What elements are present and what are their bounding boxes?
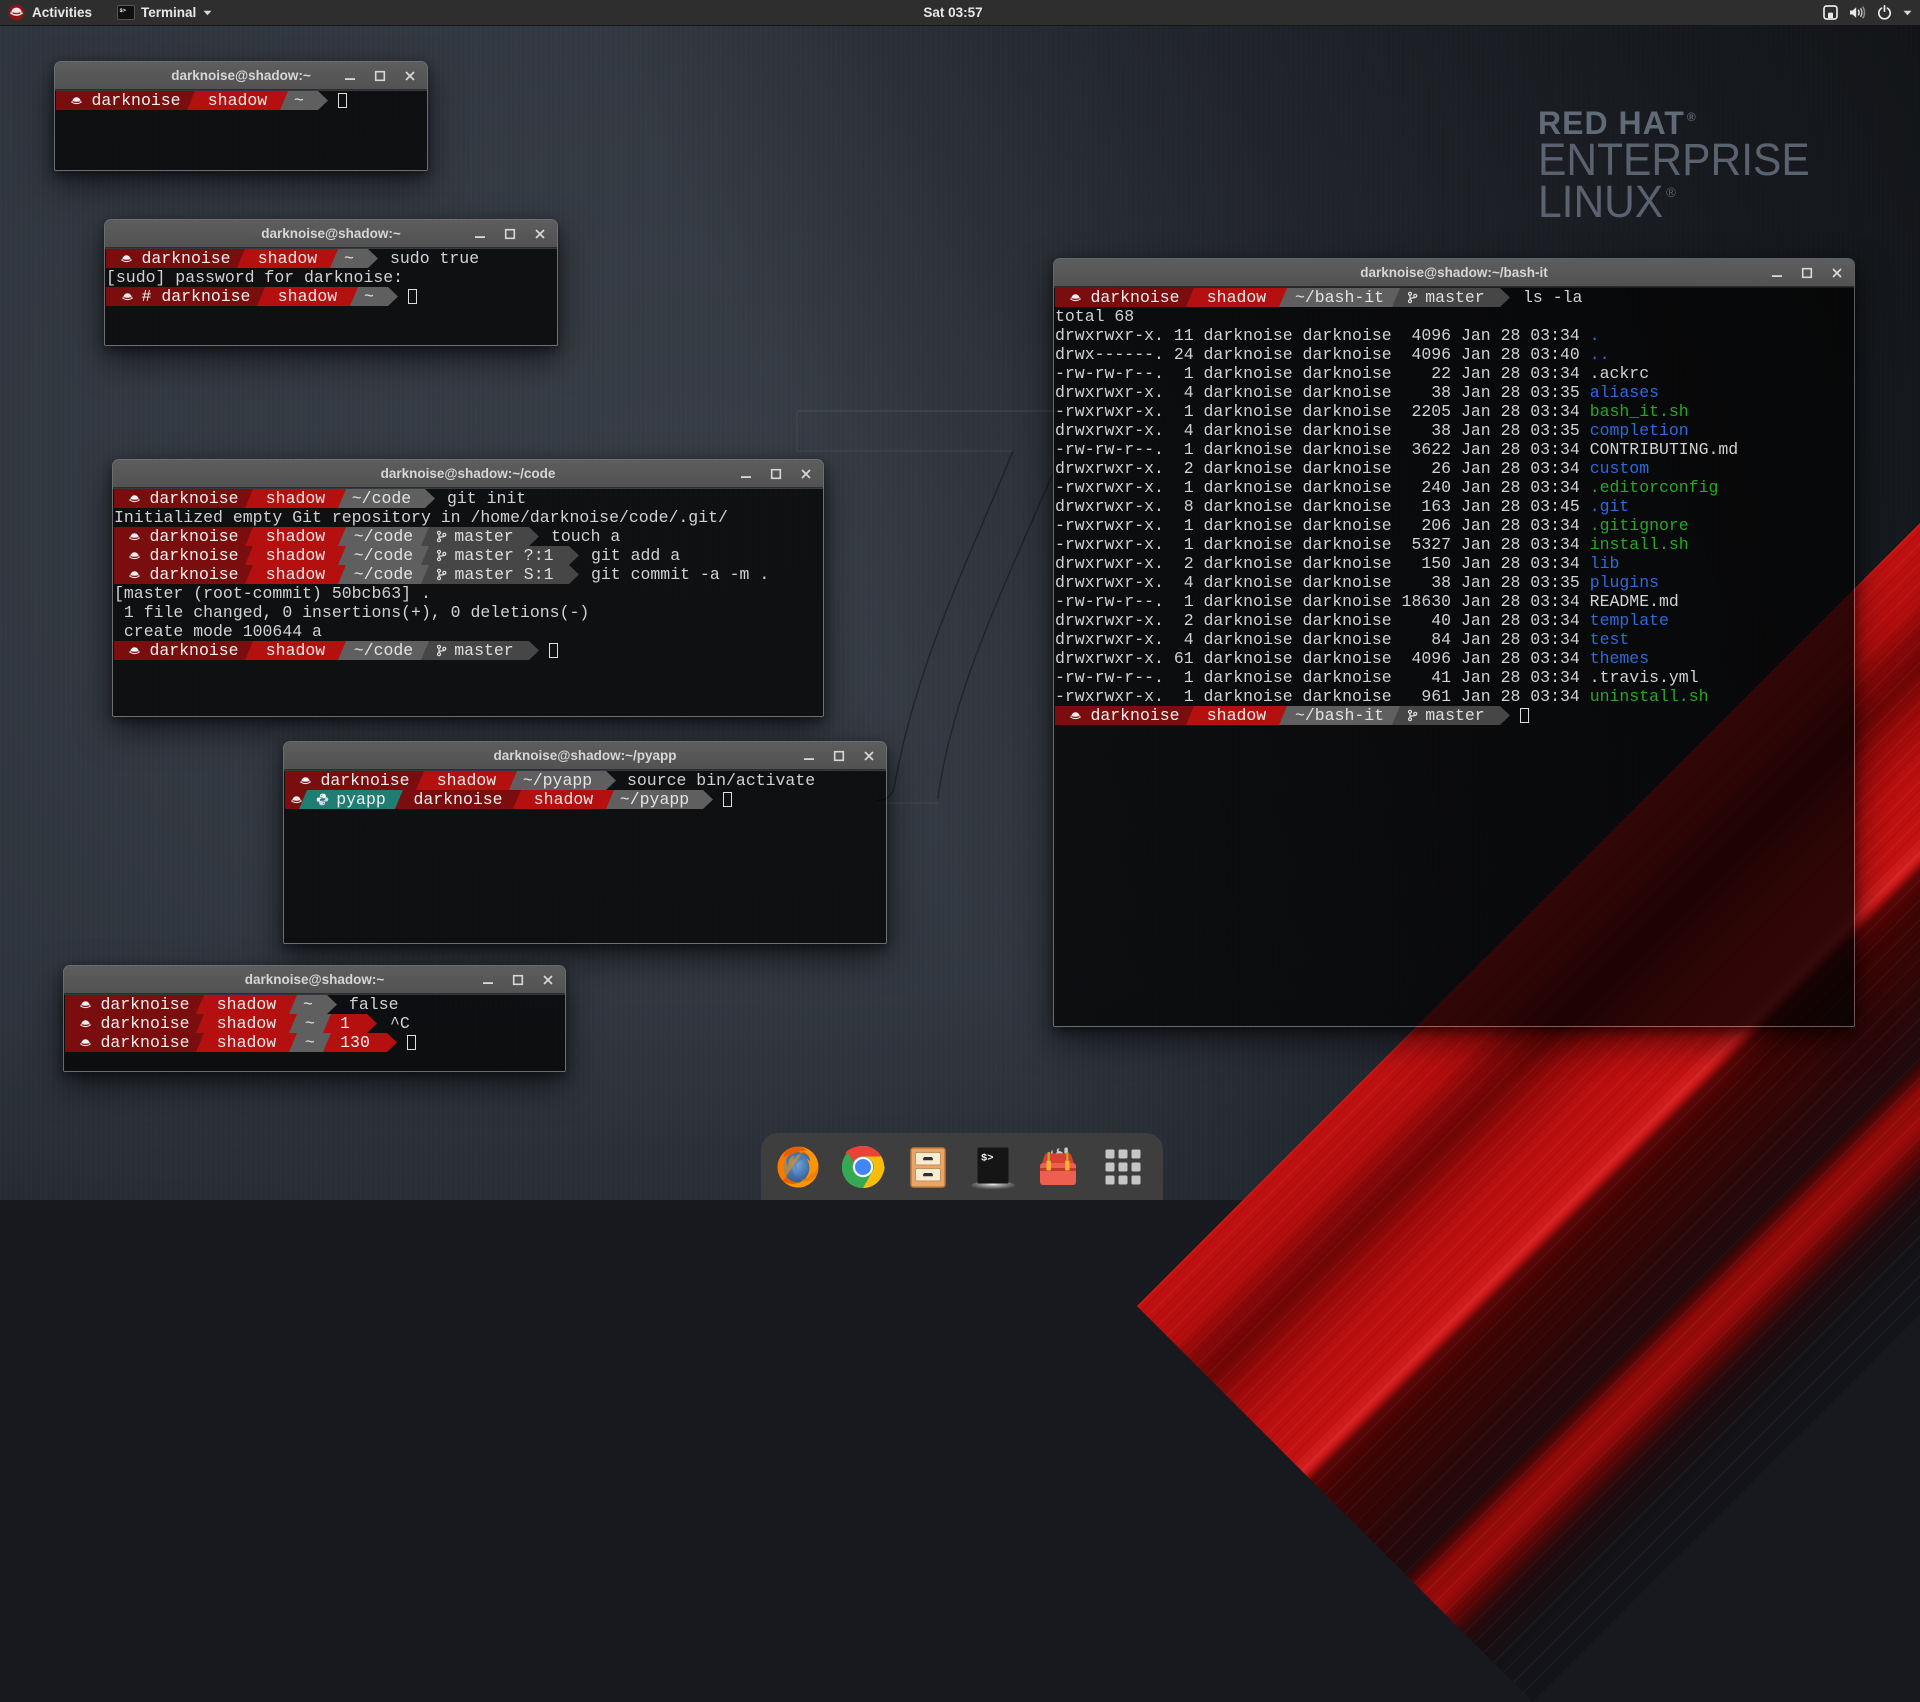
svg-text:$>: $> xyxy=(981,1152,994,1164)
